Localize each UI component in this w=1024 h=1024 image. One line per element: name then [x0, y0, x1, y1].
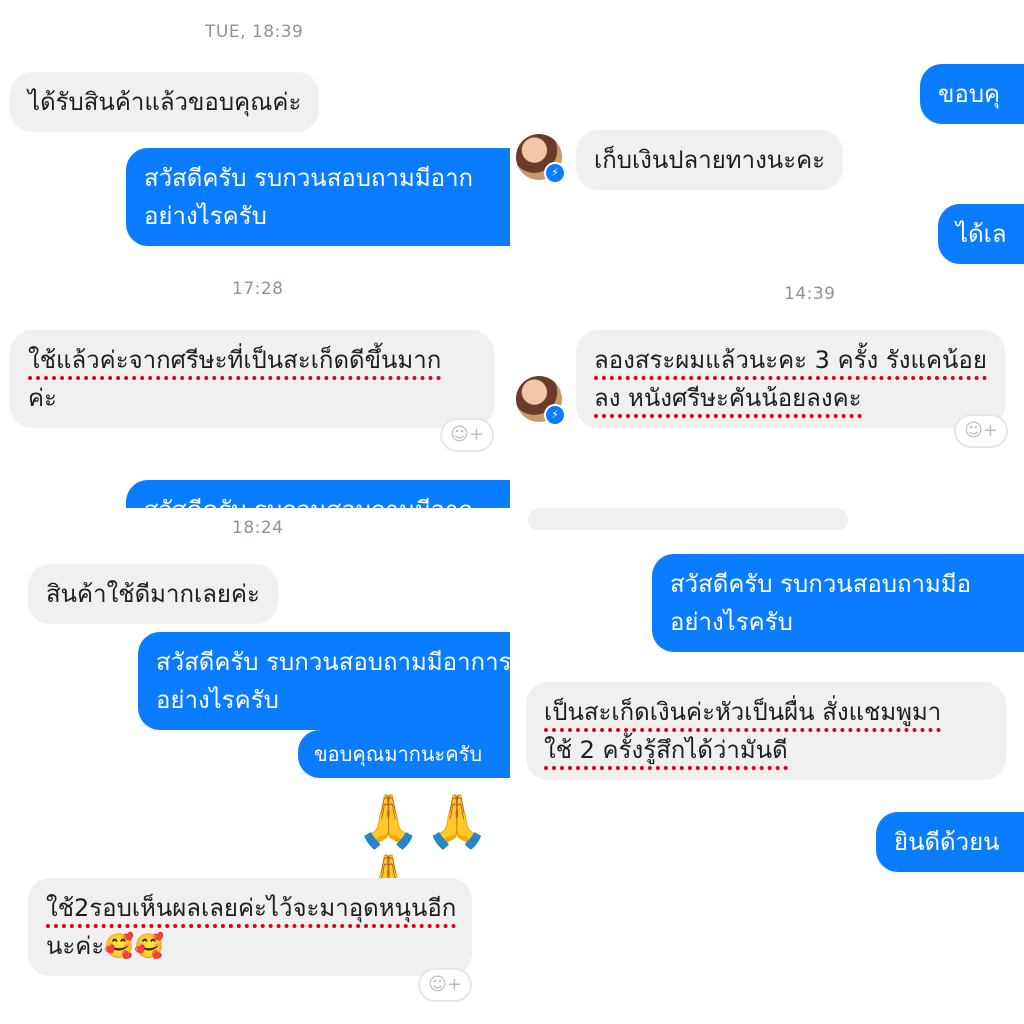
message-out-ok[interactable]: ได้เล: [938, 204, 1024, 264]
message-text: ใช้ 2 ครั้งรู้สึกได้ว่ามันดี: [544, 736, 788, 770]
message-review[interactable]: เป็นสะเก็ดเงินค่ะหัวเป็นผื่น สั่งแชมพูมา…: [526, 682, 1006, 780]
message-text: ยินดีด้วยน: [894, 828, 1000, 856]
timestamp: TUE, 18:39: [205, 22, 304, 42]
timestamp: 14:39: [784, 284, 836, 304]
chat-panel-top-right: ขอบคุ ⚡ เก็บเงินปลายทางนะคะ ได้เล 14:39 …: [514, 0, 1024, 530]
message-text: สวัสดีครับ รบกวนสอบถามมีอาการ: [156, 648, 510, 676]
message-review[interactable]: ลองสระผมแล้วนะคะ 3 ครั้ง รังแคน้อย ลง หน…: [576, 330, 1005, 428]
timestamp: 17:28: [232, 279, 284, 299]
message-review[interactable]: ใช้แล้วค่ะจากศรีษะที่เป็นสะเก็ดดีขึ้นมาก…: [10, 330, 494, 428]
message-review[interactable]: ใช้2รอบเห็นผลเลยค่ะไว้จะมาอุดหนุนอีก นะค…: [28, 878, 472, 976]
message-received-thanks[interactable]: ได้รับสินค้าแล้วขอบคุณค่ะ: [10, 72, 320, 132]
message-text: ได้เล: [956, 220, 1007, 248]
smiley-icon: ☺+: [964, 420, 998, 441]
message-text: ใช้แล้วค่ะจากศรีษะที่เป็นสะเก็ดดีขึ้นมาก: [28, 346, 442, 380]
message-text: ลง หนังศรีษะคันน้อยลงคะ: [594, 384, 862, 418]
smiley-icon: ☺+: [428, 974, 462, 995]
message-greeting[interactable]: สวัสดีครับ รบกวนสอบถามมีอ อย่างไรครับ: [652, 554, 1024, 652]
message-product-good[interactable]: สินค้าใช้ดีมากเลยค่ะ: [28, 564, 278, 624]
message-text: เก็บเงินปลายทางนะคะ: [594, 146, 826, 174]
avatar[interactable]: ⚡: [516, 376, 566, 426]
message-text: ได้รับสินค้าแล้วขอบคุณค่ะ: [28, 88, 302, 116]
message-cod[interactable]: เก็บเงินปลายทางนะคะ: [576, 130, 844, 190]
message-text: สวัสดีครับ รบกวนสอบถามมีอ: [670, 570, 972, 598]
timestamp: 18:24: [232, 518, 284, 538]
message-greeting-cut[interactable]: สวัสดีครับ รบกวนสอบถามมีอาก: [126, 480, 510, 510]
message-text: อย่างไรครับ: [156, 686, 279, 714]
messenger-icon: ⚡: [544, 162, 566, 184]
message-thanks[interactable]: ขอบคุณมากนะครับ: [298, 730, 510, 778]
message-text: อย่างไรครับ: [670, 608, 793, 636]
message-greeting[interactable]: สวัสดีครับ รบกวนสอบถามมีอาก อย่างไรครับ: [126, 148, 510, 246]
messenger-icon: ⚡: [544, 404, 566, 426]
chat-panel-bottom-left: 18:24 สินค้าใช้ดีมากเลยค่ะ สวัสดีครับ รบ…: [0, 508, 510, 1024]
smiley-icon: ☺+: [450, 424, 484, 445]
message-out-thanks[interactable]: ขอบคุ: [920, 64, 1024, 124]
message-out-congrats[interactable]: ยินดีด้วยน: [876, 812, 1024, 872]
message-cut-off: [528, 508, 848, 530]
message-text: ค่ะ: [28, 384, 57, 412]
chat-panel-bottom-right: สวัสดีครับ รบกวนสอบถามมีอ อย่างไรครับ เป…: [514, 534, 1024, 1024]
message-text: อย่างไรครับ: [144, 202, 267, 230]
reaction-button[interactable]: ☺+: [956, 416, 1006, 446]
message-text: สวัสดีครับ รบกวนสอบถามมีอาก: [144, 164, 474, 192]
message-greeting[interactable]: สวัสดีครับ รบกวนสอบถามมีอาการ อย่างไรครั…: [138, 632, 510, 730]
message-text: เป็นสะเก็ดเงินค่ะหัวเป็นผื่น สั่งแชมพูมา: [544, 698, 942, 732]
reaction-button[interactable]: ☺+: [442, 420, 492, 450]
message-text: ขอบคุ: [938, 80, 1001, 108]
reaction-button[interactable]: ☺+: [420, 970, 470, 1000]
message-text: ใช้2รอบเห็นผลเลยค่ะไว้จะมาอุดหนุนอีก: [46, 894, 457, 928]
message-text: ลองสระผมแล้วนะคะ 3 ครั้ง รังแคน้อย: [594, 346, 987, 380]
message-text: ขอบคุณมากนะครับ: [314, 742, 483, 766]
avatar[interactable]: ⚡: [516, 134, 566, 184]
chat-panel-top-left: TUE, 18:39 ได้รับสินค้าแล้วขอบคุณค่ะ สวั…: [0, 0, 510, 510]
message-text: สินค้าใช้ดีมากเลยค่ะ: [46, 580, 260, 608]
message-text: นะค่ะ🥰🥰: [46, 932, 165, 960]
